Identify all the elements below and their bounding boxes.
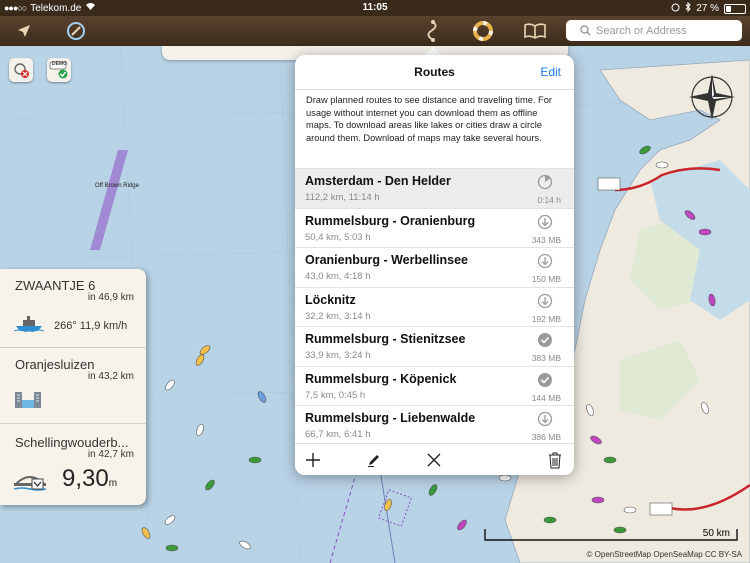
route-info: 50,4 km, 5:03 h bbox=[305, 231, 371, 243]
route-info: 43,0 km, 4:18 h bbox=[305, 271, 371, 282]
battery-percentage: 27 % bbox=[696, 3, 719, 14]
add-icon bbox=[306, 453, 320, 467]
trash-button[interactable] bbox=[546, 451, 564, 469]
popover-title: Routes bbox=[414, 65, 455, 79]
route-meta: 192 MB bbox=[531, 313, 561, 324]
vessel-distance: in 46,9 km bbox=[87, 292, 134, 303]
popover-header: Routes Edit bbox=[295, 55, 574, 90]
location-arrow-icon[interactable] bbox=[12, 19, 36, 43]
panel-item-lock[interactable]: Oranjesluizen in 43,2 km bbox=[0, 347, 146, 424]
pencil-icon bbox=[368, 455, 379, 467]
clock: 11:05 bbox=[362, 2, 388, 13]
route-meta: 0:14 h bbox=[537, 195, 561, 205]
route-name: Rummelsburg - Köpenick bbox=[305, 371, 457, 386]
route-name: Rummelsburg - Oranienburg bbox=[305, 213, 476, 228]
lock-name: Oranjesluizen bbox=[15, 357, 95, 372]
route-meta: 343 MB bbox=[531, 234, 561, 245]
navigation-panel: ZWAANTJE 6 in 46,9 km 266° 11,9 km/h Ora… bbox=[0, 269, 146, 505]
edit-button[interactable]: Edit bbox=[540, 65, 561, 79]
download-icon[interactable] bbox=[537, 411, 553, 427]
route-meta: 144 MB bbox=[531, 392, 561, 403]
routes-popover: Routes Edit Draw planned routes to see d… bbox=[295, 55, 574, 475]
lock-rotation-icon bbox=[671, 3, 680, 15]
book-icon[interactable] bbox=[523, 19, 547, 43]
route-name: Rummelsburg - Liebenwalde bbox=[305, 411, 476, 425]
bridge-icon bbox=[13, 469, 47, 496]
edit-route-button[interactable] bbox=[365, 451, 383, 469]
lock-distance: in 43,2 km bbox=[87, 371, 134, 382]
map-label-ridge: Off Brown Ridge bbox=[95, 183, 139, 189]
downloaded-check-icon[interactable] bbox=[537, 372, 553, 388]
bluetooth-icon bbox=[685, 1, 691, 15]
routes-description: Draw planned routes to see distance and … bbox=[306, 95, 552, 143]
status-bar: ●●●○○ Telekom.de 11:05 27 % bbox=[0, 0, 750, 16]
trash-icon bbox=[549, 452, 561, 468]
scale-label: 50 km bbox=[702, 528, 730, 539]
downloaded-check-icon[interactable] bbox=[537, 332, 553, 348]
route-name: Rummelsburg - Stienitzsee bbox=[305, 332, 466, 346]
route-icon[interactable] bbox=[421, 19, 445, 43]
progress-pie-icon[interactable] bbox=[537, 174, 553, 190]
compass-satellite-icon[interactable] bbox=[64, 19, 88, 43]
route-info: 66,7 km, 6:41 h bbox=[305, 429, 371, 440]
download-icon[interactable] bbox=[537, 253, 553, 269]
route-name: Oranienburg - Werbellinsee bbox=[305, 253, 469, 267]
download-icon[interactable] bbox=[537, 293, 553, 309]
vessel-course-speed: 266° 11,9 km/h bbox=[54, 320, 128, 332]
demo-mode-button[interactable]: DEMO bbox=[47, 58, 71, 82]
add-route-button[interactable] bbox=[304, 451, 322, 469]
delete-selection-button[interactable] bbox=[425, 451, 443, 469]
close-icon bbox=[427, 453, 441, 467]
route-meta: 383 MB bbox=[531, 353, 561, 363]
route-row[interactable]: Rummelsburg - Oranienburg 50,4 km, 5:03 h… bbox=[295, 207, 574, 248]
route-row[interactable]: Löcknitz 32,2 km, 3:14 h 192 MB bbox=[295, 286, 574, 327]
panel-item-bridge[interactable]: Schellingwouderb... in 42,7 km 9,30m bbox=[0, 423, 146, 505]
bridge-clearance: 9,30m bbox=[62, 465, 118, 492]
vessel-name: ZWAANTJE 6 bbox=[15, 278, 96, 293]
demo-badge: DEMO bbox=[52, 61, 67, 67]
route-name: Amsterdam - Den Helder bbox=[305, 174, 451, 188]
route-name: Löcknitz bbox=[305, 292, 356, 307]
ship-icon bbox=[13, 316, 45, 337]
search-placeholder: Search or Address bbox=[596, 24, 687, 37]
toolbar: Search or Address bbox=[0, 16, 750, 46]
search-input[interactable]: Search or Address bbox=[566, 20, 742, 41]
route-info: 112,2 km, 11:14 h bbox=[305, 192, 380, 203]
lock-gate-icon bbox=[14, 390, 42, 415]
route-meta: 386 MB bbox=[531, 432, 561, 442]
route-row[interactable]: Oranienburg - Werbellinsee 43,0 km, 4:18 … bbox=[295, 247, 574, 287]
route-row[interactable]: Rummelsburg - Köpenick 7,5 km, 0:45 h 144 … bbox=[295, 365, 574, 406]
gps-off-button[interactable] bbox=[9, 58, 33, 82]
popover-toolbar bbox=[295, 443, 574, 475]
route-info: 33,9 km, 3:24 h bbox=[305, 350, 371, 361]
lifebuoy-icon[interactable] bbox=[471, 19, 495, 43]
route-row[interactable]: Amsterdam - Den Helder 112,2 km, 11:14 h 0… bbox=[295, 168, 574, 208]
bridge-name: Schellingwouderb... bbox=[15, 435, 129, 450]
bridge-distance: in 42,7 km bbox=[87, 449, 134, 460]
route-meta: 150 MB bbox=[531, 274, 561, 284]
satellite-off-icon bbox=[14, 63, 29, 78]
download-icon[interactable] bbox=[537, 214, 553, 230]
route-info: 32,2 km, 3:14 h bbox=[305, 310, 371, 322]
map-scale: 50 km bbox=[484, 528, 739, 542]
route-info: 7,5 km, 0:45 h bbox=[305, 389, 366, 401]
route-row[interactable]: Rummelsburg - Stienitzsee 33,9 km, 3:24 h… bbox=[295, 326, 574, 366]
battery-icon bbox=[724, 3, 746, 14]
route-row[interactable]: Rummelsburg - Liebenwalde 66,7 km, 6:41 h… bbox=[295, 405, 574, 445]
map-attribution: © OpenStreetMap OpenSeaMap CC BY-SA bbox=[586, 550, 742, 559]
panel-item-vessel[interactable]: ZWAANTJE 6 in 46,9 km 266° 11,9 km/h bbox=[0, 269, 146, 348]
search-icon bbox=[580, 25, 591, 36]
